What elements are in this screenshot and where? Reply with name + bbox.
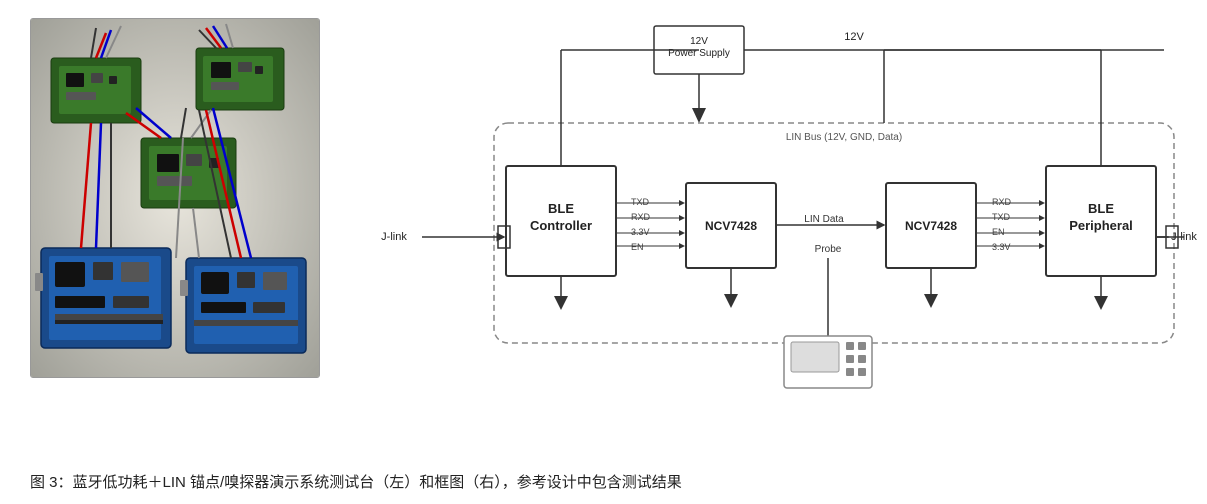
svg-text:TXD: TXD	[631, 197, 650, 207]
svg-text:Probe: Probe	[815, 244, 842, 255]
svg-text:J-link: J-link	[381, 231, 407, 243]
svg-text:BLE: BLE	[548, 201, 574, 216]
photo-section	[30, 18, 320, 378]
svg-text:12V: 12V	[844, 31, 864, 43]
diagram-svg: 12V Power Supply 12V LIN Bus (12V, GND, …	[344, 18, 1207, 393]
diagram-section: 12V Power Supply 12V LIN Bus (12V, GND, …	[344, 18, 1207, 398]
svg-text:NCV7428: NCV7428	[905, 219, 957, 233]
svg-text:3.3V: 3.3V	[992, 242, 1011, 252]
svg-text:RXD: RXD	[631, 212, 651, 222]
content-row: 12V Power Supply 12V LIN Bus (12V, GND, …	[30, 18, 1177, 458]
svg-text:12V: 12V	[690, 36, 708, 47]
main-container: 12V Power Supply 12V LIN Bus (12V, GND, …	[0, 0, 1207, 504]
svg-text:Peripheral: Peripheral	[1069, 218, 1133, 233]
svg-text:LIN Data: LIN Data	[804, 214, 844, 225]
caption-text: 图 3：蓝牙低功耗＋LIN 锚点/嗅探器演示系统测试台（左）和框图（右），参考设…	[30, 474, 682, 491]
svg-text:TXD: TXD	[992, 212, 1011, 222]
svg-text:NCV7428: NCV7428	[705, 219, 757, 233]
figure-caption: 图 3：蓝牙低功耗＋LIN 锚点/嗅探器演示系统测试台（左）和框图（右），参考设…	[30, 472, 1177, 495]
svg-text:BLE: BLE	[1088, 201, 1114, 216]
svg-text:Controller: Controller	[530, 218, 592, 233]
svg-text:LIN Bus (12V, GND, Data): LIN Bus (12V, GND, Data)	[786, 132, 902, 143]
svg-text:EN: EN	[992, 227, 1005, 237]
svg-text:RXD: RXD	[992, 197, 1012, 207]
svg-text:EN: EN	[631, 242, 644, 252]
svg-text:3.3V: 3.3V	[631, 227, 650, 237]
photo-svg	[31, 18, 319, 378]
